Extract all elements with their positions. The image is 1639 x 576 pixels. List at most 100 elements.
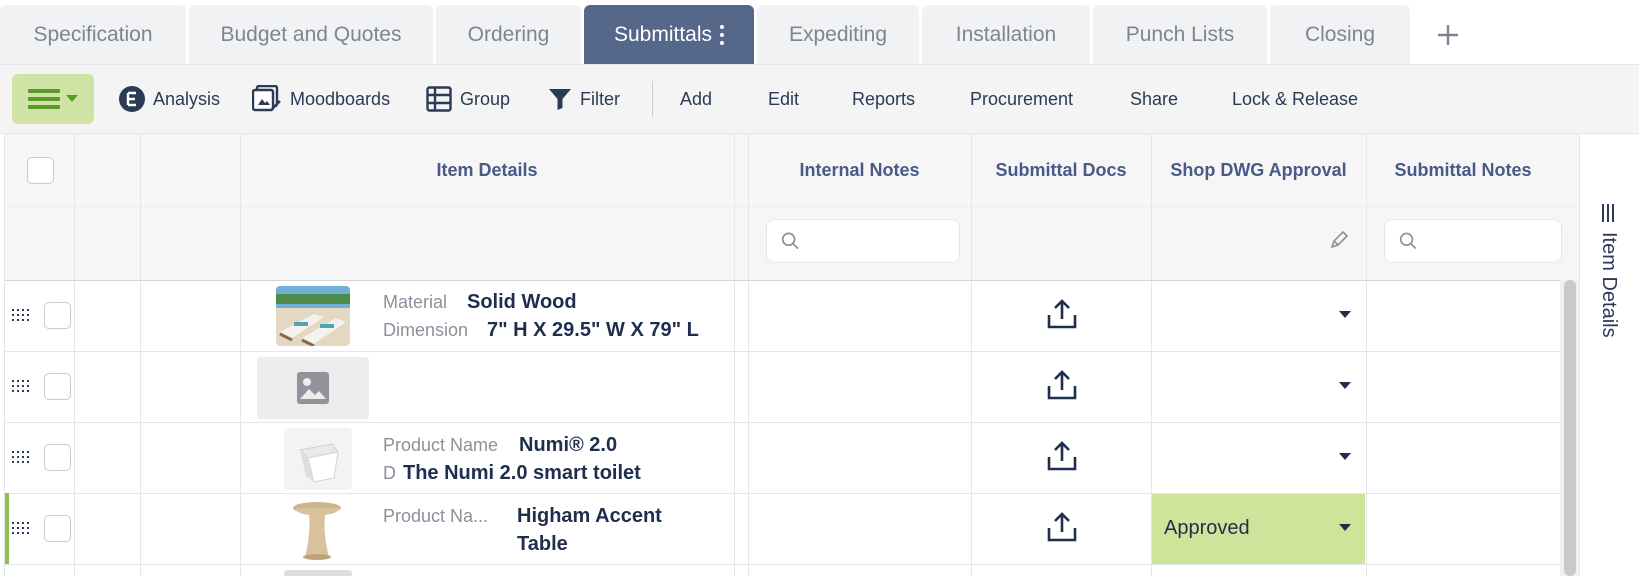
vertical-scrollbar[interactable] [1560,280,1579,576]
item-thumbnail[interactable] [284,428,352,490]
lounger-image [276,286,350,346]
image-placeholder[interactable] [257,357,369,419]
drag-handle-icon[interactable] [12,522,32,536]
lock-release-button[interactable]: Lock & Release [1232,65,1358,133]
item-thumbnail[interactable] [276,286,350,346]
row-checkbox[interactable] [44,373,71,400]
select-all-checkbox[interactable] [27,157,54,184]
drag-handle-icon[interactable] [12,451,32,465]
upload-icon[interactable] [1045,439,1079,473]
column-header-submittal-notes[interactable]: Submittal Notes [1366,134,1560,206]
edit-button[interactable]: Edit [768,65,799,133]
tab-closing[interactable]: Closing [1270,5,1410,64]
upload-icon[interactable] [1045,368,1079,402]
product-name-value: Higham Accent [517,505,662,527]
add-button[interactable]: Add [680,65,712,133]
side-panel-toggle[interactable]: Item Details [1597,204,1620,338]
approval-dropdown-caret-icon[interactable] [1339,311,1351,318]
column-header-submittal-docs[interactable]: Submittal Docs [971,134,1151,206]
reports-button[interactable]: Reports [852,65,915,133]
analysis-button[interactable]: Analysis [119,65,220,133]
search-icon [1399,232,1417,250]
drag-handle-icon[interactable] [12,309,32,323]
approval-dropdown-caret-icon[interactable] [1339,382,1351,389]
group-button[interactable]: Group [426,65,510,133]
tab-specification[interactable]: Specification [0,5,186,64]
hamburger-icon [28,89,60,109]
upload-icon[interactable] [1045,297,1079,331]
column-header-shop-dwg-approval[interactable]: Shop DWG Approval [1151,134,1366,206]
filter-label: Filter [580,88,620,109]
image-icon [297,372,329,404]
moodboards-button[interactable]: Moodboards [252,65,390,133]
share-button[interactable]: Share [1130,65,1178,133]
row-checkbox[interactable] [44,302,71,329]
lock-release-label: Lock & Release [1232,88,1359,109]
accent-table-image [293,502,341,560]
search-icon [781,232,799,250]
internal-notes-filter[interactable] [766,219,960,263]
toilet-image [298,443,339,483]
tab-expediting[interactable]: Expediting [757,5,919,64]
internal-notes-search-input[interactable] [807,232,959,250]
toolbar-divider [652,81,653,117]
product-name-value-line2: Table [517,533,568,555]
caret-down-icon [66,95,78,102]
plus-icon [1438,24,1458,45]
row-checkbox[interactable] [44,444,71,471]
scrollbar-thumb[interactable] [1564,280,1576,576]
product-name-label: Product Na... [383,506,489,526]
row-divider [5,564,1560,565]
tab-label: Budget and Quotes [220,22,402,46]
edit-pencil-icon[interactable] [1329,230,1349,255]
analysis-label: Analysis [153,88,221,109]
table-row[interactable] [5,351,1579,422]
next-row-thumbnail [284,570,352,576]
tab-budget-and-quotes[interactable]: Budget and Quotes [189,5,433,64]
drag-handle-icon[interactable] [12,380,32,394]
column-header-internal-notes[interactable]: Internal Notes [748,134,971,206]
column-title: Submittal Notes [1394,159,1532,180]
item-details-side-panel[interactable]: Item Details [1579,134,1636,576]
tab-installation[interactable]: Installation [922,5,1090,64]
tab-label: Closing [1304,22,1376,46]
header-divider [5,206,1579,207]
tab-label: Ordering [467,22,550,46]
submittal-notes-filter[interactable] [1384,219,1562,263]
add-label: Add [680,88,713,109]
add-tab-button[interactable] [1413,5,1483,64]
material-value: Solid Wood [467,291,577,313]
tab-label: Installation [955,22,1057,46]
tab-ordering[interactable]: Ordering [436,5,581,64]
group-icon [426,86,452,112]
approval-dropdown-caret-icon[interactable] [1339,453,1351,460]
procurement-button[interactable]: Procurement [970,65,1073,133]
tab-label: Expediting [788,22,888,46]
tab-punch-lists[interactable]: Punch Lists [1093,5,1267,64]
menu-lines-icon [1602,204,1615,222]
filter-funnel-icon [549,89,571,110]
filter-button[interactable]: Filter [548,65,620,133]
tab-submittals[interactable]: Submittals [584,5,754,64]
item-thumbnail[interactable] [287,499,347,561]
tab-label: Submittals [613,22,713,46]
column-title: Shop DWG Approval [1170,159,1347,180]
column-title: Item Details [436,159,538,180]
column-header-item-details[interactable]: Item Details [240,134,734,206]
row-checkbox[interactable] [44,515,71,542]
upload-icon[interactable] [1045,510,1079,544]
table-row[interactable]: Product Na... Higham Accent Table Approv… [5,493,1579,564]
side-panel-label: Item Details [1598,232,1620,338]
approval-dropdown-caret-icon[interactable] [1339,524,1351,531]
items-grid: Item Details Internal Notes Submittal Do… [4,134,1636,576]
main-menu-button[interactable] [12,74,94,124]
table-row[interactable]: Product Name Numi® 2.0 D The Numi 2.0 sm… [5,422,1579,493]
table-row[interactable]: Material Solid Wood Dimension 7" H X 29.… [5,280,1579,351]
kebab-menu-icon[interactable] [720,24,725,45]
submittal-notes-search-input[interactable] [1425,232,1561,250]
column-title: Internal Notes [799,159,920,180]
dimension-label: Dimension [383,320,469,340]
tab-label: Specification [33,22,153,46]
reports-label: Reports [852,88,916,109]
product-name-value: Numi® 2.0 [519,434,618,456]
